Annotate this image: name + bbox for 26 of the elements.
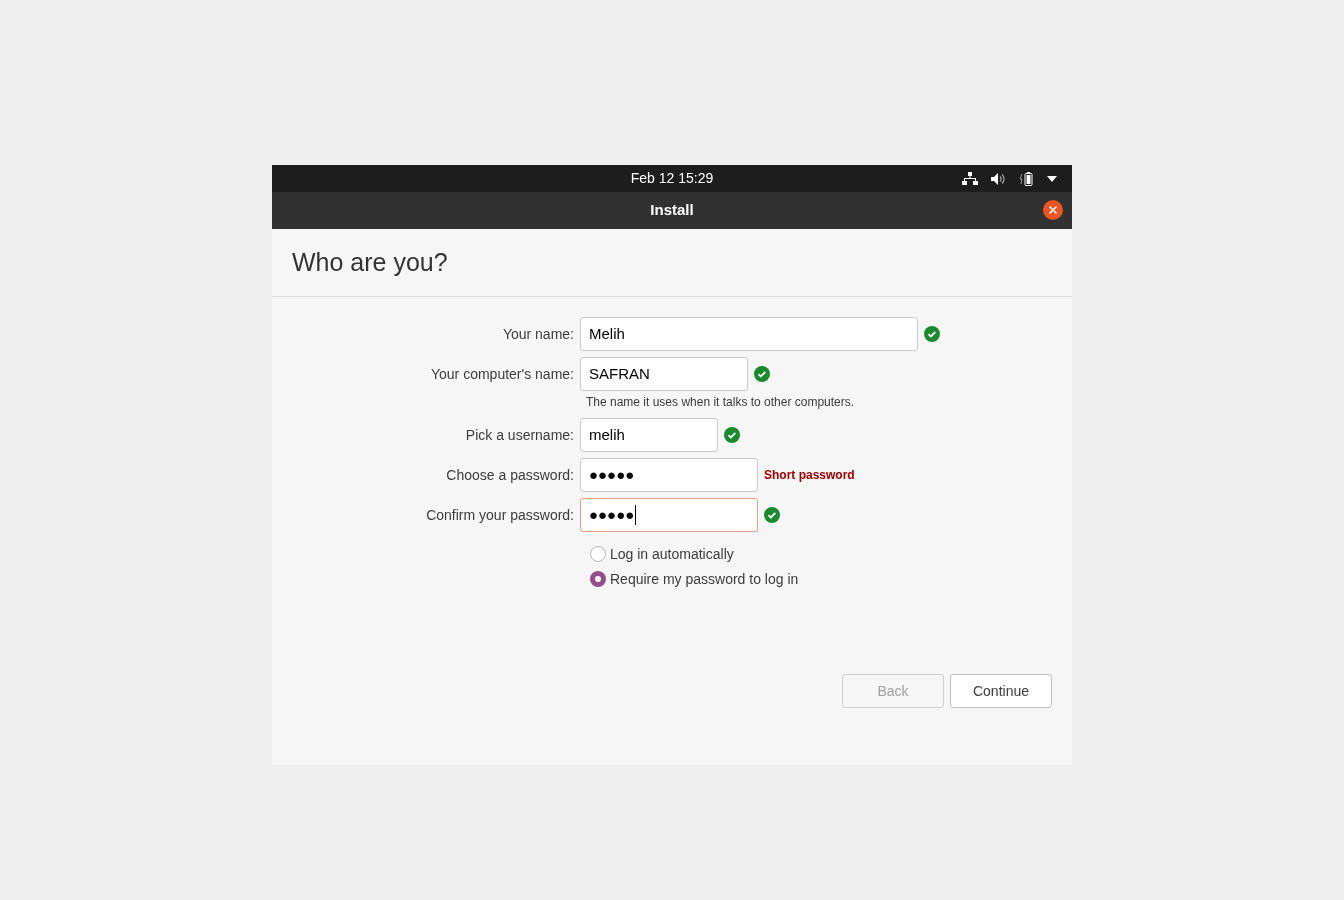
input-field[interactable]: Melih <box>580 317 918 351</box>
field-label: Pick a username: <box>465 426 574 443</box>
radio-button[interactable] <box>590 546 606 562</box>
speaker-icon[interactable] <box>990 171 1006 186</box>
clock[interactable]: Feb 12 15:29 <box>272 168 1072 189</box>
radio-label[interactable]: Require my password to log in <box>610 568 799 590</box>
field-label: Your name: <box>502 325 574 342</box>
network-icon[interactable] <box>962 171 978 186</box>
input-field[interactable]: ●●●●● <box>580 458 758 492</box>
hint-text: The name it uses when it talks to other computers. <box>586 394 856 411</box>
radio-label[interactable]: Log in automatically <box>610 543 734 565</box>
radio-button[interactable] <box>590 571 606 587</box>
field-label: Choose a password: <box>446 466 574 483</box>
battery-icon[interactable] <box>1018 170 1034 187</box>
input-field[interactable]: SAFRAN <box>580 357 748 391</box>
nav-button[interactable]: Continue <box>950 674 1052 708</box>
input-field[interactable]: melih <box>580 418 718 452</box>
dropdown-arrow-icon[interactable] <box>1046 174 1058 183</box>
field-label: Confirm your password: <box>426 506 574 523</box>
input-field[interactable]: ●●●●● <box>580 498 758 532</box>
field-label: Your computer's name: <box>431 365 574 382</box>
error-message: Short password <box>764 467 855 484</box>
close-button[interactable] <box>1043 200 1063 220</box>
page-heading: Who are you? <box>292 246 448 278</box>
window-title: Install <box>650 200 694 221</box>
close-icon[interactable] <box>1048 205 1058 215</box>
